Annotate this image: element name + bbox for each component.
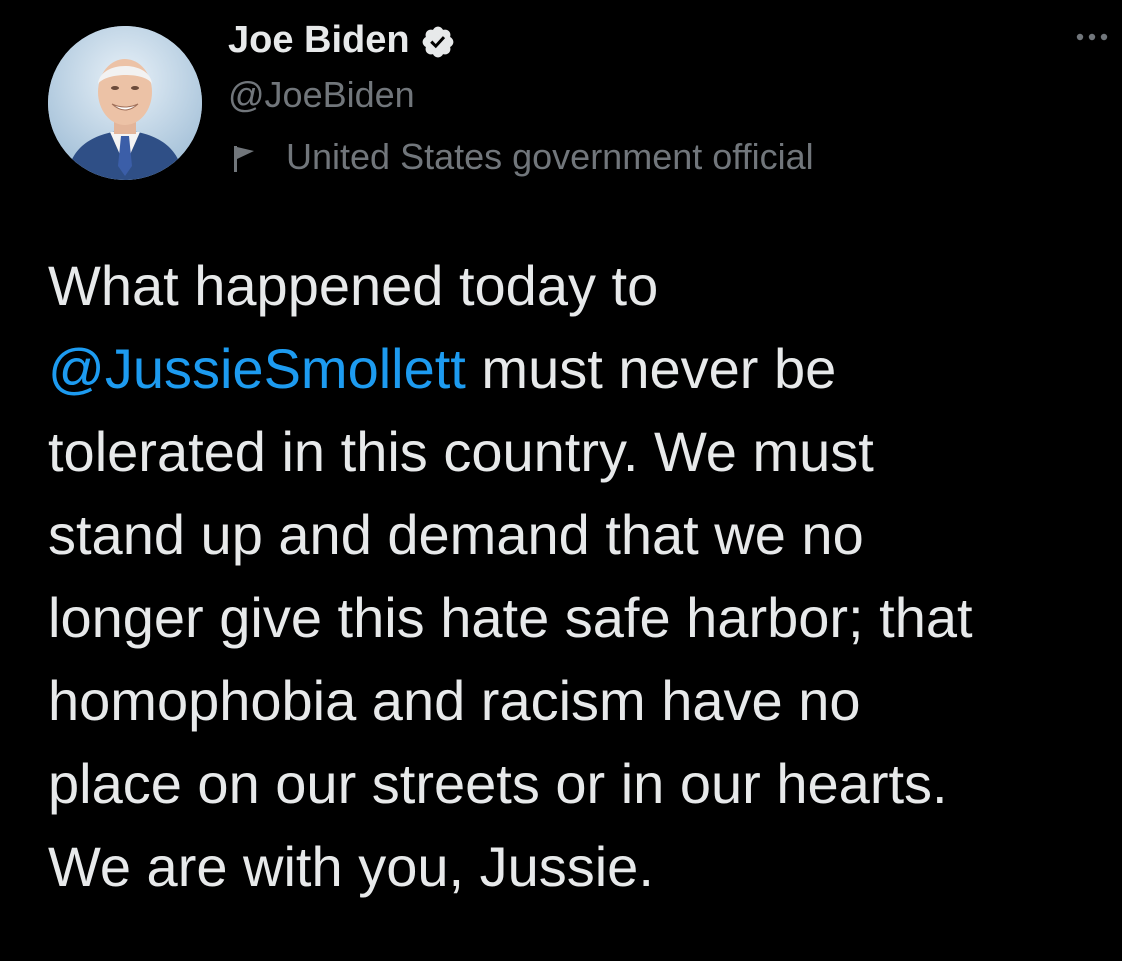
mention-link[interactable]: @JussieSmollett xyxy=(48,337,466,400)
tweet-text-line: What happened today to xyxy=(48,254,659,317)
tweet-text-fragment: must never be xyxy=(465,337,837,400)
avatar[interactable] xyxy=(48,26,202,180)
tweet-text-line: place on our streets or in our hearts. xyxy=(48,752,948,815)
tweet-text-line: stand up and demand that we no xyxy=(48,503,864,566)
tweet[interactable]: Joe Biden @JoeBiden United States govern… xyxy=(0,0,1122,961)
government-label: United States government official xyxy=(228,132,814,182)
tweet-text-line: We are with you, Jussie. xyxy=(48,835,654,898)
tweet-text-line: @JussieSmollett must never be xyxy=(48,327,1108,410)
tweet-text-line: tolerated in this country. We must xyxy=(48,420,874,483)
tweet-text-line: homophobia and racism have no xyxy=(48,669,861,732)
government-label-text: United States government official xyxy=(286,136,814,177)
author-name-row[interactable]: Joe Biden xyxy=(228,14,456,66)
flag-icon xyxy=(228,139,264,175)
tweet-body: What happened today to @JussieSmollett m… xyxy=(48,244,1108,908)
tweet-text-line: longer give this hate safe harbor; that xyxy=(48,586,973,649)
more-options-icon[interactable] xyxy=(1072,22,1116,52)
verified-badge-icon xyxy=(420,22,456,58)
author-handle[interactable]: @JoeBiden xyxy=(228,70,415,120)
author-display-name[interactable]: Joe Biden xyxy=(228,14,410,66)
